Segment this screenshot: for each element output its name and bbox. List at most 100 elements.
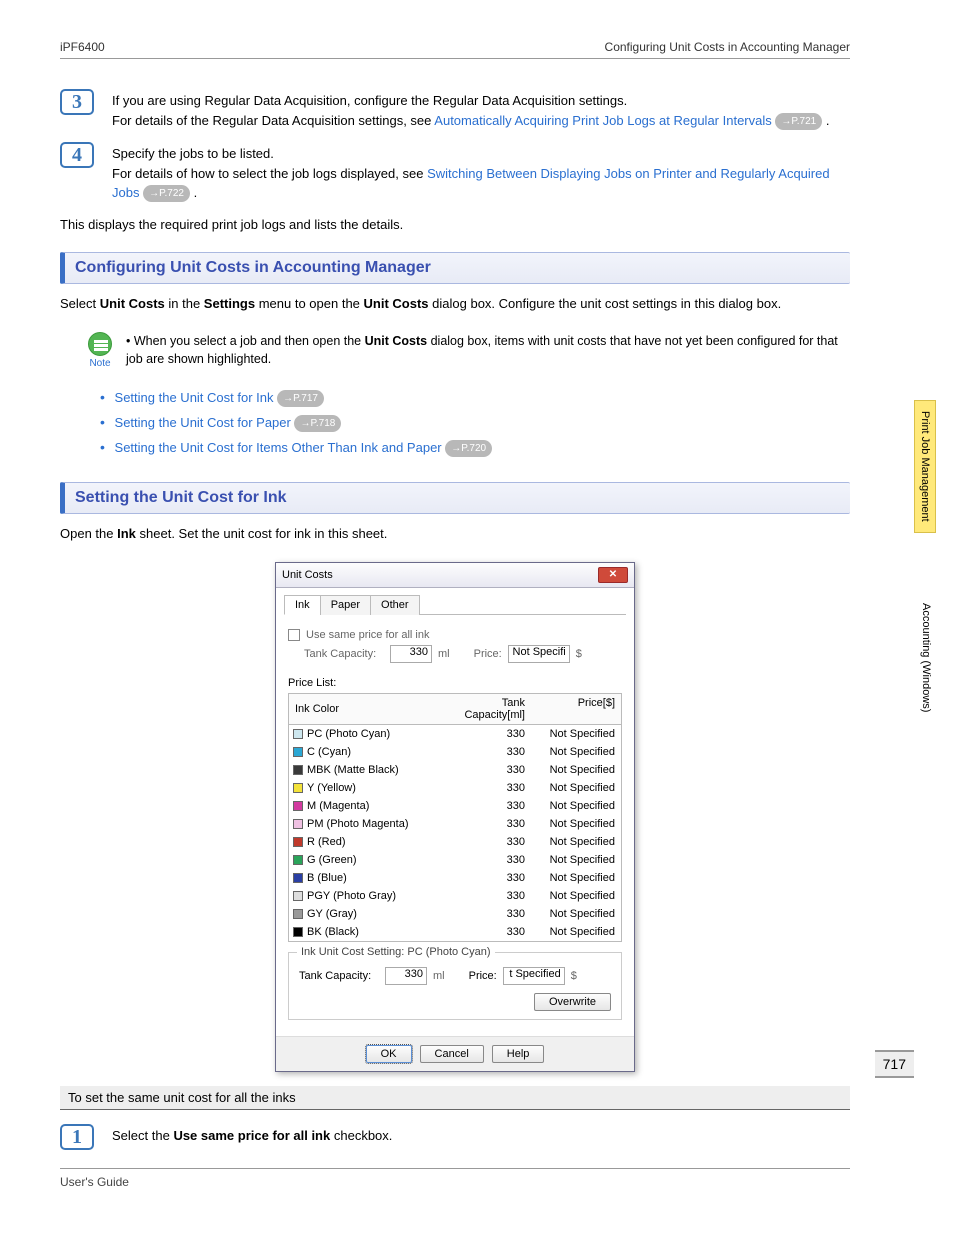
col-price[interactable]: Price[$]	[531, 694, 621, 724]
dialog-title: Unit Costs	[282, 569, 333, 581]
section-setting-unit-cost-ink: Setting the Unit Cost for Ink	[60, 482, 850, 514]
price-list-row[interactable]: PGY (Photo Gray)330Not Specified	[289, 887, 621, 905]
link-paper[interactable]: Setting the Unit Cost for Paper	[115, 415, 291, 430]
ink-name: M (Magenta)	[307, 800, 369, 812]
header-right: Configuring Unit Costs in Accounting Man…	[605, 40, 850, 54]
currency-bottom: $	[571, 970, 577, 982]
input-price-top[interactable]: Not Specifi	[508, 645, 570, 663]
ink-price: Not Specified	[531, 906, 621, 922]
price-list-row[interactable]: PM (Photo Magenta)330Not Specified	[289, 815, 621, 833]
ink-capacity: 330	[441, 870, 531, 886]
ink-swatch-icon	[293, 909, 303, 919]
bullet-dot: •	[100, 414, 105, 430]
label-price: Price:	[474, 648, 502, 660]
t: When you select a job and then open the	[134, 334, 365, 348]
ink-swatch-icon	[293, 801, 303, 811]
input-tank-capacity-bottom[interactable]: 330	[385, 967, 427, 985]
tab-paper[interactable]: Paper	[320, 595, 371, 615]
price-list-row[interactable]: M (Magenta)330Not Specified	[289, 797, 621, 815]
checkbox-same-price[interactable]	[288, 629, 300, 641]
ink-name: Y (Yellow)	[307, 782, 356, 794]
price-list-row[interactable]: MBK (Matte Black)330Not Specified	[289, 761, 621, 779]
price-list-row[interactable]: GY (Gray)330Not Specified	[289, 905, 621, 923]
t: Use same price for all ink	[173, 1128, 330, 1143]
ink-swatch-icon	[293, 819, 303, 829]
page-ref-722[interactable]: →P.722	[143, 185, 190, 202]
input-tank-capacity-top[interactable]: 330	[390, 645, 432, 663]
price-list-header: Ink Color Tank Capacity[ml] Price[$]	[288, 693, 622, 725]
price-list-row[interactable]: B (Blue) 330Not Specified	[289, 869, 621, 887]
ink-capacity: 330	[441, 924, 531, 940]
step3-line1: If you are using Regular Data Acquisitio…	[112, 93, 627, 108]
t: menu to open the	[259, 296, 364, 311]
bullet-list: • Setting the Unit Cost for Ink →P.717 •…	[100, 387, 850, 458]
page-ref-718[interactable]: →P.718	[294, 415, 341, 432]
ink-swatch-icon	[293, 855, 303, 865]
link-other[interactable]: Setting the Unit Cost for Items Other Th…	[115, 440, 442, 455]
step-number-1: 1	[60, 1124, 94, 1150]
price-list-row[interactable]: R (Red)330Not Specified	[289, 833, 621, 851]
ink-capacity: 330	[441, 888, 531, 904]
section-configuring-unit-costs: Configuring Unit Costs in Accounting Man…	[60, 252, 850, 284]
price-list[interactable]: PC (Photo Cyan)330Not SpecifiedC (Cyan)3…	[288, 725, 622, 942]
step-number-4: 4	[60, 142, 94, 168]
ink-price: Not Specified	[531, 870, 621, 886]
price-list-row[interactable]: G (Green)330Not Specified	[289, 851, 621, 869]
t: sheet. Set the unit cost for ink in this…	[140, 526, 388, 541]
t: Unit Costs	[364, 296, 429, 311]
t: dialog box. Configure the unit cost sett…	[432, 296, 781, 311]
ink-price: Not Specified	[531, 924, 621, 940]
page-number: 717	[875, 1050, 914, 1078]
ink-swatch-icon	[293, 783, 303, 793]
col-ink-color[interactable]: Ink Color	[289, 694, 441, 724]
unit-costs-dialog: Unit Costs ✕ Ink Paper Other Use same pr…	[275, 562, 635, 1072]
bullet-ink: • Setting the Unit Cost for Ink →P.717	[100, 387, 850, 408]
help-button[interactable]: Help	[492, 1045, 545, 1063]
note-block: Note • When you select a job and then op…	[80, 332, 850, 370]
label-price-list: Price List:	[288, 677, 622, 689]
ink-name: R (Red)	[307, 836, 346, 848]
sidetab-print-job-management[interactable]: Print Job Management	[914, 400, 936, 533]
overwrite-button[interactable]: Overwrite	[534, 993, 611, 1011]
input-price-bottom[interactable]: t Specified	[503, 967, 565, 985]
currency-top: $	[576, 648, 582, 660]
ok-button[interactable]: OK	[366, 1045, 412, 1063]
ink-swatch-icon	[293, 873, 303, 883]
cancel-button[interactable]: Cancel	[420, 1045, 484, 1063]
price-list-row[interactable]: C (Cyan)330Not Specified	[289, 743, 621, 761]
ink-capacity: 330	[441, 906, 531, 922]
sidetab-accounting-windows[interactable]: Accounting (Windows)	[914, 593, 936, 722]
t: Unit Costs	[365, 334, 428, 348]
price-list-row[interactable]: PC (Photo Cyan)330Not Specified	[289, 725, 621, 743]
ink-capacity: 330	[441, 798, 531, 814]
price-list-row[interactable]: BK (Black)330Not Specified	[289, 923, 621, 941]
footer-left: User's Guide	[60, 1175, 129, 1189]
note-label: Note	[80, 358, 120, 369]
ink-capacity: 330	[441, 834, 531, 850]
ink-price: Not Specified	[531, 816, 621, 832]
ink-name: PGY (Photo Gray)	[307, 890, 396, 902]
t: in the	[168, 296, 203, 311]
page-ref-717[interactable]: →P.717	[277, 390, 324, 407]
ink-name: C (Cyan)	[307, 746, 351, 758]
page-ref-721[interactable]: →P.721	[775, 113, 822, 130]
label-tank-capacity: Tank Capacity:	[304, 648, 384, 660]
step3-link[interactable]: Automatically Acquiring Print Job Logs a…	[434, 113, 771, 128]
link-ink[interactable]: Setting the Unit Cost for Ink	[115, 390, 274, 405]
tab-other[interactable]: Other	[370, 595, 420, 615]
col-tank-capacity[interactable]: Tank Capacity[ml]	[441, 694, 531, 724]
ink-swatch-icon	[293, 729, 303, 739]
price-list-row[interactable]: Y (Yellow)330Not Specified	[289, 779, 621, 797]
ink-name: B (Blue)	[307, 872, 347, 884]
step4-line2a: For details of how to select the job log…	[112, 166, 427, 181]
section2-intro: Open the Ink sheet. Set the unit cost fo…	[60, 524, 850, 544]
subhead-same-unit-cost: To set the same unit cost for all the in…	[60, 1086, 850, 1110]
page-ref-720[interactable]: →P.720	[445, 440, 492, 457]
tab-ink[interactable]: Ink	[284, 595, 321, 615]
close-icon[interactable]: ✕	[598, 567, 628, 583]
header-left: iPF6400	[60, 40, 105, 54]
ink-price: Not Specified	[531, 780, 621, 796]
ink-capacity: 330	[441, 726, 531, 742]
ink-name: PC (Photo Cyan)	[307, 728, 390, 740]
label-price-bottom: Price:	[469, 970, 497, 982]
